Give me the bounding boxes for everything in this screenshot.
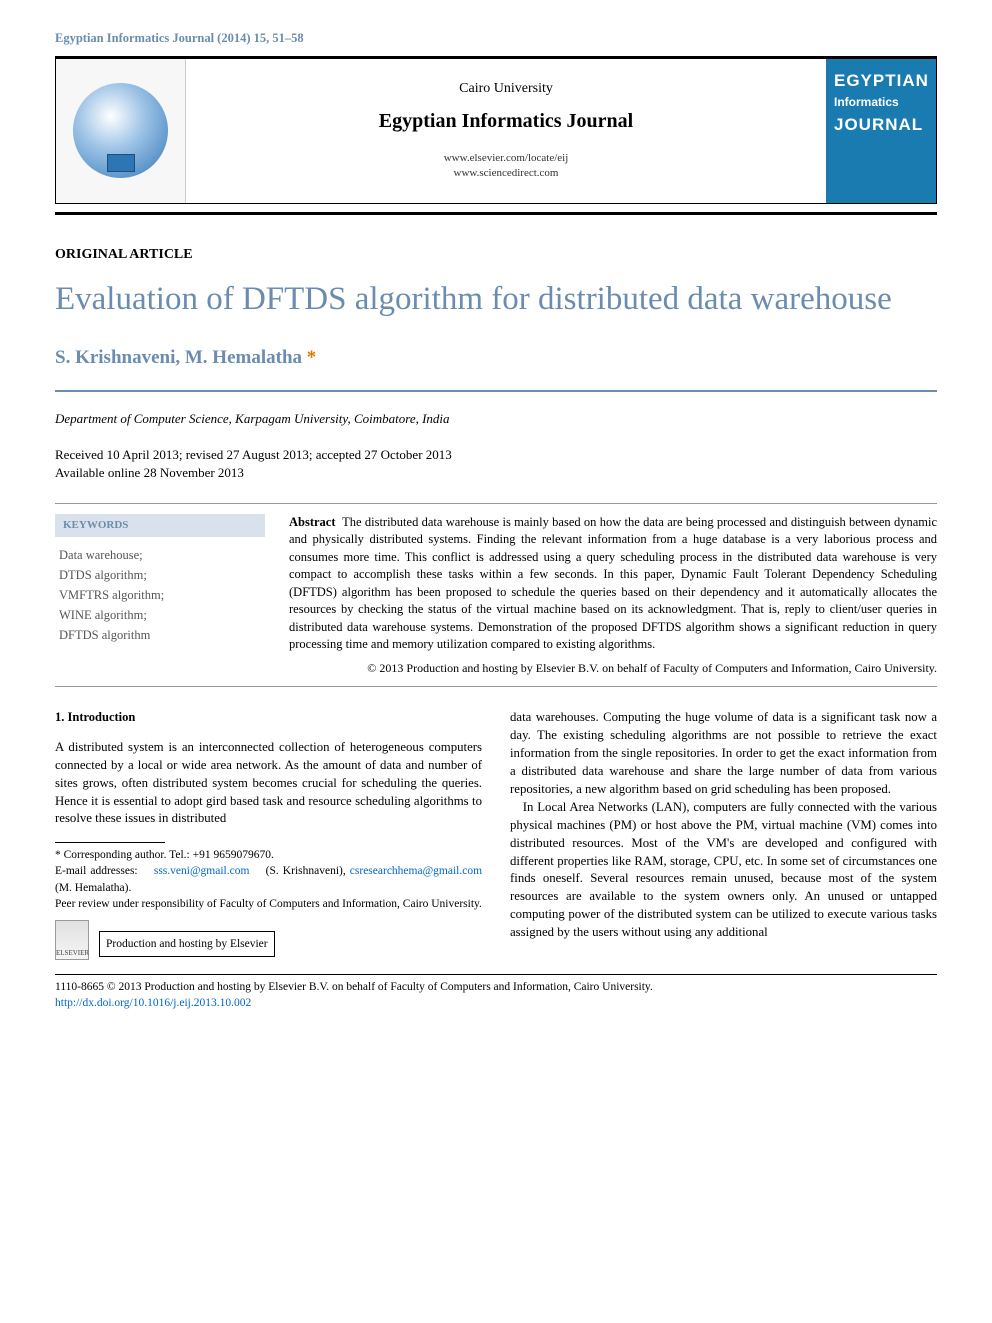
peer-review-note: Peer review under responsibility of Facu…: [55, 896, 482, 912]
globe-logo-icon: [73, 83, 168, 178]
elsevier-tree-icon: ELSEVIER: [55, 920, 89, 960]
authors: S. Krishnaveni, M. Hemalatha *: [55, 345, 937, 372]
cover-title-line3: JOURNAL: [834, 113, 928, 137]
journal-url-1: www.elsevier.com/locate/eij: [201, 151, 811, 166]
keywords-heading: KEYWORDS: [55, 514, 265, 537]
email-label: E-mail addresses:: [55, 865, 138, 877]
keyword-item: VMFTRS algorithm;: [59, 585, 261, 605]
footnotes: * Corresponding author. Tel.: +91 965907…: [55, 847, 482, 959]
corresponding-author-note: * Corresponding author. Tel.: +91 965907…: [55, 847, 482, 863]
hosting-box: Production and hosting by Elsevier: [99, 931, 275, 957]
footer: 1110-8665 © 2013 Production and hosting …: [55, 979, 937, 1011]
body-columns: 1. Introduction A distributed system is …: [55, 709, 937, 959]
footnote-rule: [55, 842, 165, 843]
keyword-item: DTDS algorithm;: [59, 565, 261, 585]
abstract-copyright: © 2013 Production and hosting by Elsevie…: [289, 660, 937, 677]
email-owner: (M. Hemalatha).: [55, 882, 131, 894]
email-addresses-line: E-mail addresses: sss.veni@gmail.com (S.…: [55, 863, 482, 895]
footer-rule: [55, 974, 937, 975]
keywords-abstract-row: KEYWORDS Data warehouse; DTDS algorithm;…: [55, 503, 937, 688]
abstract: Abstract The distributed data warehouse …: [289, 504, 937, 687]
section-heading: 1. Introduction: [55, 709, 482, 727]
cover-title-line2: Informatics: [834, 94, 928, 111]
doi-link[interactable]: http://dx.doi.org/10.1016/j.eij.2013.10.…: [55, 997, 251, 1009]
body-paragraph: A distributed system is an interconnecte…: [55, 739, 482, 829]
author-email-link[interactable]: sss.veni@gmail.com: [154, 865, 250, 877]
body-paragraph: data warehouses. Computing the huge volu…: [510, 709, 937, 799]
abstract-label: Abstract: [289, 515, 336, 529]
keywords-box: KEYWORDS Data warehouse; DTDS algorithm;…: [55, 504, 265, 687]
university-name: Cairo University: [201, 79, 811, 99]
keyword-item: WINE algorithm;: [59, 605, 261, 625]
keyword-item: DFTDS algorithm: [59, 625, 261, 645]
keywords-list: Data warehouse; DTDS algorithm; VMFTRS a…: [55, 545, 265, 645]
body-paragraph: In Local Area Networks (LAN), computers …: [510, 799, 937, 942]
journal-url-2[interactable]: www.sciencedirect.com: [201, 166, 811, 181]
author-rule: [55, 390, 937, 392]
corresponding-author-star-icon: *: [307, 347, 317, 368]
footer-issn-copyright: 1110-8665 © 2013 Production and hosting …: [55, 981, 653, 993]
affiliation: Department of Computer Science, Karpagam…: [55, 410, 937, 428]
journal-cover-thumbnail: EGYPTIAN Informatics JOURNAL: [826, 59, 936, 203]
right-column: data warehouses. Computing the huge volu…: [510, 709, 937, 959]
masthead: Cairo University Egyptian Informatics Jo…: [55, 59, 937, 204]
article-dates: Received 10 April 2013; revised 27 Augus…: [55, 446, 937, 482]
publisher-logo-box: [56, 59, 186, 203]
article-title: Evaluation of DFTDS algorithm for distri…: [55, 279, 937, 320]
journal-citation: Egyptian Informatics Journal (2014) 15, …: [55, 30, 937, 48]
article-type: ORIGINAL ARTICLE: [55, 245, 937, 265]
dates-online: Available online 28 November 2013: [55, 464, 937, 482]
dates-received-accepted: Received 10 April 2013; revised 27 Augus…: [55, 446, 937, 464]
cover-title-line1: EGYPTIAN: [834, 69, 928, 93]
author-names: S. Krishnaveni, M. Hemalatha: [55, 347, 302, 368]
keyword-item: Data warehouse;: [59, 545, 261, 565]
masthead-bottom-rule: [55, 212, 937, 215]
masthead-center: Cairo University Egyptian Informatics Jo…: [186, 59, 826, 203]
email-owner: (S. Krishnaveni),: [266, 865, 346, 877]
abstract-text: The distributed data warehouse is mainly…: [289, 515, 937, 652]
journal-name: Egyptian Informatics Journal: [201, 107, 811, 135]
author-email-link[interactable]: csresearchhema@gmail.com: [350, 865, 482, 877]
left-column: 1. Introduction A distributed system is …: [55, 709, 482, 959]
